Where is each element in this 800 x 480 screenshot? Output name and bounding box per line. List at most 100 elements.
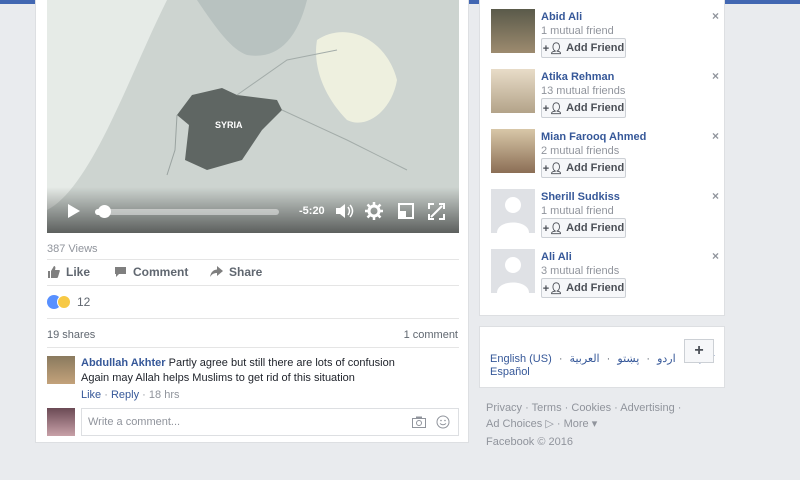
pymk-item: Ali Ali 3 mutual friends +👤︎ Add Friend × — [491, 249, 721, 299]
add-friend-button[interactable]: +👤︎ Add Friend — [541, 218, 626, 238]
language-english[interactable]: English (US) — [490, 353, 552, 365]
picture-in-picture-icon[interactable] — [398, 203, 414, 219]
like-button[interactable]: Like — [47, 265, 90, 279]
language-urdu[interactable]: اردو — [657, 353, 676, 365]
pymk-item: Atika Rehman 13 mutual friends +👤︎ Add Fr… — [491, 69, 721, 119]
comment-body: Abdullah Akhter Partly agree but still t… — [81, 356, 461, 386]
mutual-friends[interactable]: 13 mutual friends — [541, 85, 625, 97]
share-arrow-icon — [210, 266, 223, 277]
person-name[interactable]: Abid Ali — [541, 11, 582, 23]
dismiss-icon[interactable]: × — [712, 189, 719, 203]
person-name[interactable]: Ali Ali — [541, 251, 572, 263]
advertising-link[interactable]: Advertising — [620, 402, 674, 414]
add-friend-icon: +👤︎ — [542, 282, 564, 295]
privacy-link[interactable]: Privacy — [486, 402, 522, 414]
dismiss-icon[interactable]: × — [712, 129, 719, 143]
language-arabic[interactable]: العربية — [570, 353, 600, 365]
add-friend-label: Add Friend — [566, 162, 625, 174]
video-controls: -5:20 — [47, 187, 459, 233]
divider — [47, 285, 459, 286]
add-friend-button[interactable]: +👤︎ Add Friend — [541, 278, 626, 298]
emoji-icon[interactable] — [436, 415, 450, 429]
person-avatar[interactable] — [491, 69, 535, 113]
share-label: Share — [229, 265, 263, 279]
more-link[interactable]: More — [564, 418, 589, 430]
add-friend-button[interactable]: +👤︎ Add Friend — [541, 158, 626, 178]
post-card: SYRIA -5:20 387 Views Like Comment Share… — [35, 0, 469, 443]
comment-input-placeholder: Write a comment... — [88, 416, 181, 428]
share-count[interactable]: 19 shares — [47, 329, 95, 341]
comment-label: Comment — [133, 265, 189, 279]
add-friend-button[interactable]: +👤︎ Add Friend — [541, 98, 626, 118]
add-friend-icon: +👤︎ — [542, 222, 564, 235]
comment-timestamp[interactable]: 18 hrs — [149, 389, 180, 401]
time-remaining: -5:20 — [299, 205, 325, 217]
default-profile-icon — [491, 189, 535, 233]
divider — [47, 259, 459, 260]
seek-bar[interactable] — [95, 209, 279, 215]
view-count: 387 Views — [47, 243, 98, 255]
volume-icon[interactable] — [335, 203, 355, 219]
mutual-friends[interactable]: 1 mutual friend — [541, 25, 614, 37]
ad-choices-link[interactable]: Ad Choices — [486, 418, 542, 430]
person-name[interactable]: Atika Rehman — [541, 71, 614, 83]
language-pashto[interactable]: پښتو — [617, 353, 639, 365]
add-friend-icon: +👤︎ — [542, 102, 564, 115]
ad-choices-icon: ▷ — [545, 418, 554, 430]
commenter-name[interactable]: Abdullah Akhter — [81, 357, 166, 369]
comment-button[interactable]: Comment — [114, 265, 188, 279]
more-languages-button[interactable]: + — [684, 339, 714, 363]
post-actions: Like Comment Share — [47, 261, 459, 283]
video-player[interactable]: SYRIA -5:20 — [47, 0, 459, 233]
footer-links: Privacy · Terms · Cookies · Advertising … — [486, 400, 726, 450]
comment-bubble-icon — [115, 267, 126, 277]
mutual-friends[interactable]: 2 mutual friends — [541, 145, 619, 157]
comment-text-line2: Again may Allah helps Muslims to get rid… — [81, 372, 355, 384]
dismiss-icon[interactable]: × — [712, 249, 719, 263]
pymk-item: Sherill Sudkiss 1 mutual friend +👤︎ Add F… — [491, 189, 721, 239]
add-friend-label: Add Friend — [566, 282, 625, 294]
add-friend-label: Add Friend — [566, 222, 625, 234]
pymk-item: Abid Ali 1 mutual friend +👤︎ Add Friend × — [491, 9, 721, 59]
new-comment-row: Write a comment... — [47, 408, 459, 436]
add-friend-icon: +👤︎ — [542, 42, 564, 55]
person-avatar-placeholder[interactable] — [491, 249, 535, 293]
add-friend-label: Add Friend — [566, 42, 625, 54]
comment-reply-link[interactable]: Reply — [111, 389, 139, 401]
thumbs-up-icon — [48, 266, 60, 278]
settings-gear-icon[interactable] — [365, 202, 383, 220]
language-spanish[interactable]: Español — [490, 366, 530, 378]
comment-meta: Like · Reply · 18 hrs — [81, 389, 180, 401]
cookies-link[interactable]: Cookies — [571, 402, 611, 414]
person-name[interactable]: Sherill Sudkiss — [541, 191, 620, 203]
comment-input[interactable]: Write a comment... — [81, 408, 459, 436]
dismiss-icon[interactable]: × — [712, 9, 719, 23]
mutual-friends[interactable]: 3 mutual friends — [541, 265, 619, 277]
pymk-item: Mian Farooq Ahmed 2 mutual friends +👤︎ Ad… — [491, 129, 721, 179]
dismiss-icon[interactable]: × — [712, 69, 719, 83]
language-separator: · — [606, 353, 611, 365]
person-avatar[interactable] — [491, 9, 535, 53]
mutual-friends[interactable]: 1 mutual friend — [541, 205, 614, 217]
reaction-count: 12 — [77, 295, 91, 309]
fullscreen-icon[interactable] — [428, 203, 445, 220]
map-country-label: SYRIA — [215, 120, 243, 130]
comment-like-link[interactable]: Like — [81, 389, 101, 401]
person-avatar[interactable] — [491, 129, 535, 173]
divider — [47, 347, 459, 348]
add-friend-button[interactable]: +👤︎ Add Friend — [541, 38, 626, 58]
person-name[interactable]: Mian Farooq Ahmed — [541, 131, 646, 143]
person-avatar-placeholder[interactable] — [491, 189, 535, 233]
divider — [47, 318, 459, 319]
reactions-summary[interactable]: 12 — [47, 295, 90, 309]
seek-handle[interactable] — [98, 205, 112, 218]
like-label: Like — [66, 265, 91, 279]
default-profile-icon — [491, 249, 535, 293]
commenter-avatar[interactable] — [47, 356, 75, 384]
add-friend-icon: +👤︎ — [542, 162, 564, 175]
share-button[interactable]: Share — [210, 265, 262, 279]
terms-link[interactable]: Terms — [532, 402, 562, 414]
comment-count[interactable]: 1 comment — [404, 329, 458, 341]
camera-icon[interactable] — [412, 416, 426, 428]
play-icon[interactable] — [67, 203, 81, 219]
